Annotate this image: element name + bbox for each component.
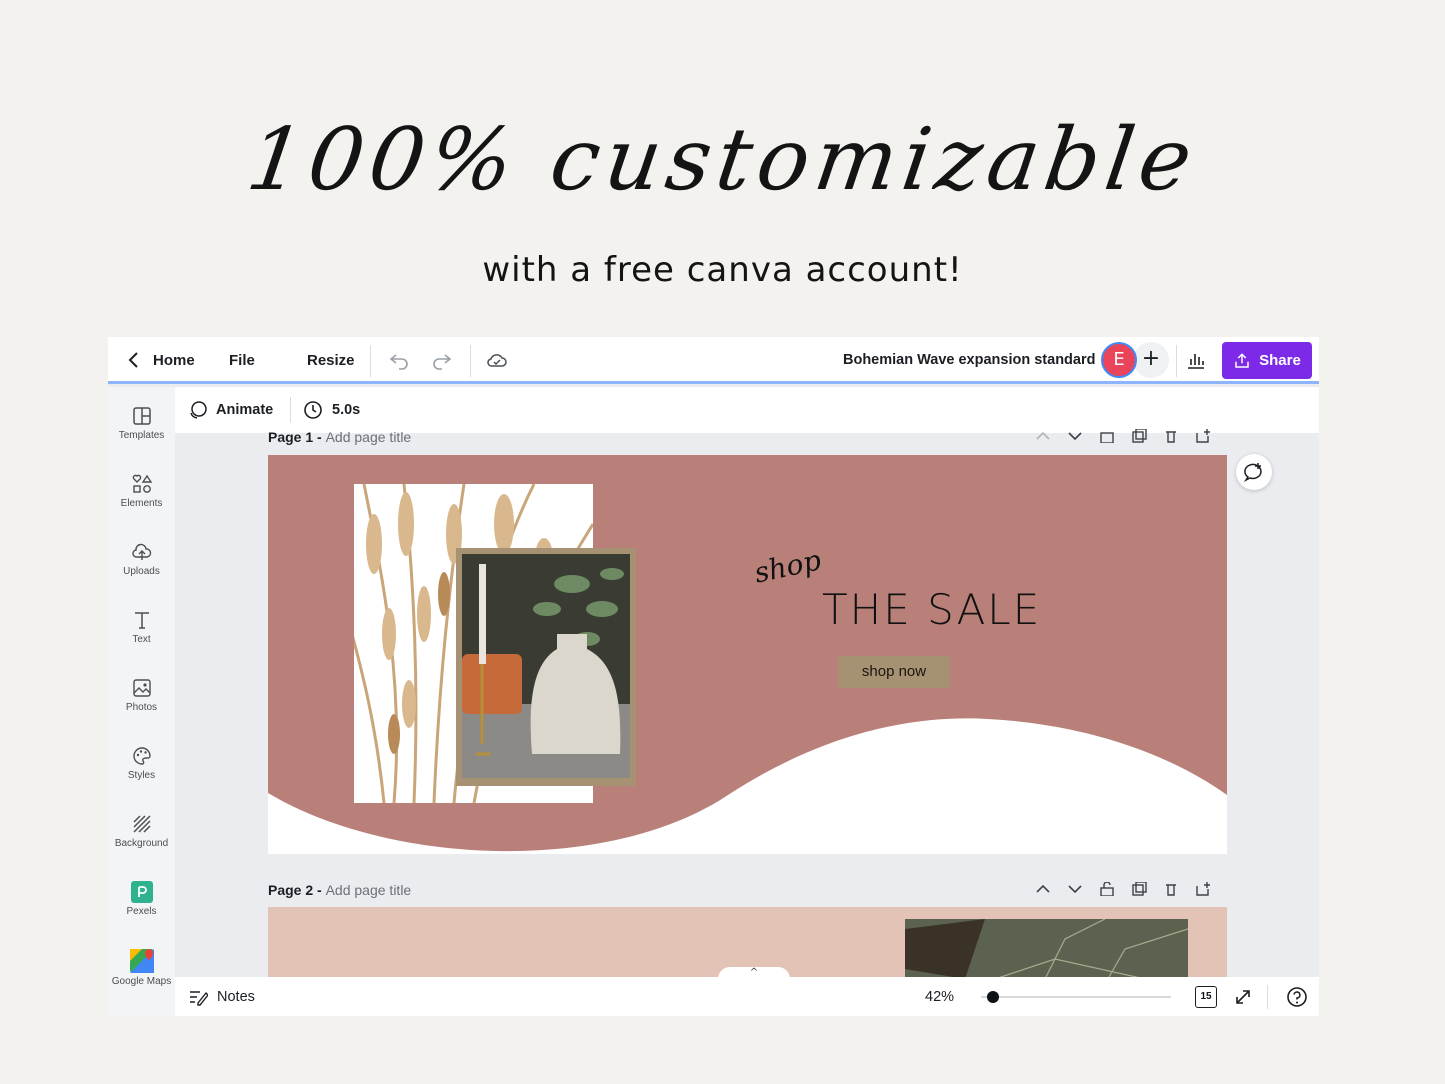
editor-toolbar: Animate 5.0s — [175, 387, 1319, 433]
clock-icon — [304, 401, 322, 419]
file-menu[interactable]: File — [229, 352, 255, 369]
background-icon — [132, 815, 151, 833]
divider — [1176, 345, 1177, 377]
sidebar-item-background[interactable]: Background — [108, 813, 175, 849]
chevron-up-icon: ^ — [749, 967, 759, 978]
divider — [370, 345, 371, 377]
page-title-input[interactable]: Add page title — [326, 429, 412, 445]
duration-button[interactable]: 5.0s — [332, 402, 360, 418]
collapse-pages-button[interactable]: ^ — [718, 967, 790, 979]
sidebar-item-label: Background — [114, 838, 169, 849]
pexels-icon — [130, 881, 153, 903]
comment-button[interactable] — [1236, 454, 1272, 490]
page-2-label: Page 2 - Add page title — [268, 882, 411, 898]
add-comment-icon — [1244, 463, 1262, 482]
page-2-tools — [1034, 882, 1212, 896]
upload-share-icon — [1235, 352, 1249, 368]
lock-icon[interactable] — [1098, 429, 1116, 443]
elements-icon — [132, 474, 152, 493]
page-1-tools — [1034, 429, 1212, 443]
sidebar-item-text[interactable]: Text — [108, 609, 175, 645]
hero-subtitle: with a free canva account! — [482, 250, 963, 290]
move-down-icon[interactable] — [1066, 429, 1084, 443]
sidebar-item-label: Elements — [120, 498, 163, 509]
sidebar-item-google-maps[interactable]: Google Maps — [108, 949, 175, 987]
sidebar-item-label: Uploads — [123, 566, 160, 577]
design-page-1[interactable]: shop THE SALE shop now — [268, 455, 1227, 854]
sidebar-item-label: Pexels — [126, 906, 157, 917]
sidebar-item-uploads[interactable]: Uploads — [108, 541, 175, 577]
share-label: Share — [1259, 352, 1301, 369]
sidebar-item-styles[interactable]: Styles — [108, 745, 175, 781]
delete-icon[interactable] — [1162, 429, 1180, 443]
notes-icon — [190, 991, 208, 1006]
upload-icon — [131, 543, 151, 560]
sidebar-item-label: Templates — [118, 430, 165, 441]
notes-button[interactable]: Notes — [217, 989, 255, 1005]
canva-editor: Home File Resize Bohemian Wave expansion… — [108, 337, 1319, 1016]
move-up-icon[interactable] — [1034, 882, 1052, 896]
shop-now-button[interactable]: shop now — [838, 656, 950, 688]
vase-image — [462, 554, 630, 778]
templates-icon — [132, 407, 151, 425]
page-count-button[interactable]: 15 — [1195, 986, 1217, 1008]
vase-photo[interactable] — [462, 554, 630, 778]
resize-button[interactable]: Resize — [307, 352, 355, 369]
sidebar-item-label: Photos — [125, 702, 158, 713]
page-1-label: Page 1 - Add page title — [268, 429, 411, 445]
lock-icon[interactable] — [1098, 882, 1116, 896]
fullscreen-icon[interactable] — [1233, 987, 1253, 1007]
page-title-input[interactable]: Add page title — [326, 882, 412, 898]
zoom-slider[interactable] — [981, 996, 1171, 998]
undo-icon[interactable] — [387, 348, 411, 372]
photo-frame — [456, 548, 636, 786]
divider — [1267, 985, 1268, 1009]
sidebar-item-label: Styles — [127, 770, 156, 781]
hero-title: 100% customizable — [241, 110, 1204, 210]
zoom-level[interactable]: 42% — [925, 989, 954, 1005]
bottom-bar: ^ Notes 42% 15 — [175, 967, 1319, 1016]
move-down-icon[interactable] — [1066, 882, 1084, 896]
photos-icon — [132, 679, 151, 697]
top-bar: Home File Resize Bohemian Wave expansion… — [108, 337, 1319, 384]
zoom-slider-handle[interactable] — [987, 991, 999, 1003]
sale-headline[interactable]: THE SALE — [822, 585, 1041, 634]
insights-chart-icon[interactable] — [1184, 348, 1208, 372]
page-number: Page 2 - — [268, 882, 322, 898]
divider — [290, 397, 291, 423]
sidebar: Templates Elements Uploads Text Photos S… — [108, 387, 175, 1016]
animate-icon — [190, 401, 207, 419]
duplicate-icon[interactable] — [1130, 429, 1148, 443]
add-collaborator-button[interactable]: + — [1133, 342, 1169, 378]
sidebar-item-label: Google Maps — [111, 976, 172, 987]
text-icon — [134, 612, 149, 629]
animate-button[interactable]: Animate — [216, 402, 273, 418]
redo-icon[interactable] — [430, 348, 454, 372]
home-button[interactable]: Home — [153, 352, 195, 369]
sidebar-item-pexels[interactable]: Pexels — [108, 881, 175, 917]
cloud-saved-icon[interactable] — [485, 348, 509, 372]
sidebar-item-label: Text — [132, 634, 151, 645]
chevron-left-icon[interactable] — [122, 348, 146, 372]
divider — [470, 345, 471, 377]
move-up-icon[interactable] — [1034, 429, 1052, 443]
document-title[interactable]: Bohemian Wave expansion standard — [843, 352, 1095, 368]
palette-icon — [132, 747, 151, 765]
help-icon[interactable] — [1286, 986, 1308, 1008]
page-number: Page 1 - — [268, 429, 322, 445]
add-page-icon[interactable] — [1194, 882, 1212, 896]
add-page-icon[interactable] — [1194, 429, 1212, 443]
sidebar-item-templates[interactable]: Templates — [108, 405, 175, 441]
sidebar-item-photos[interactable]: Photos — [108, 677, 175, 713]
sidebar-item-elements[interactable]: Elements — [108, 473, 175, 509]
share-button[interactable]: Share — [1222, 342, 1312, 379]
avatar[interactable]: E — [1101, 342, 1137, 378]
google-maps-icon — [129, 949, 154, 973]
delete-icon[interactable] — [1162, 882, 1180, 896]
duplicate-icon[interactable] — [1130, 882, 1148, 896]
